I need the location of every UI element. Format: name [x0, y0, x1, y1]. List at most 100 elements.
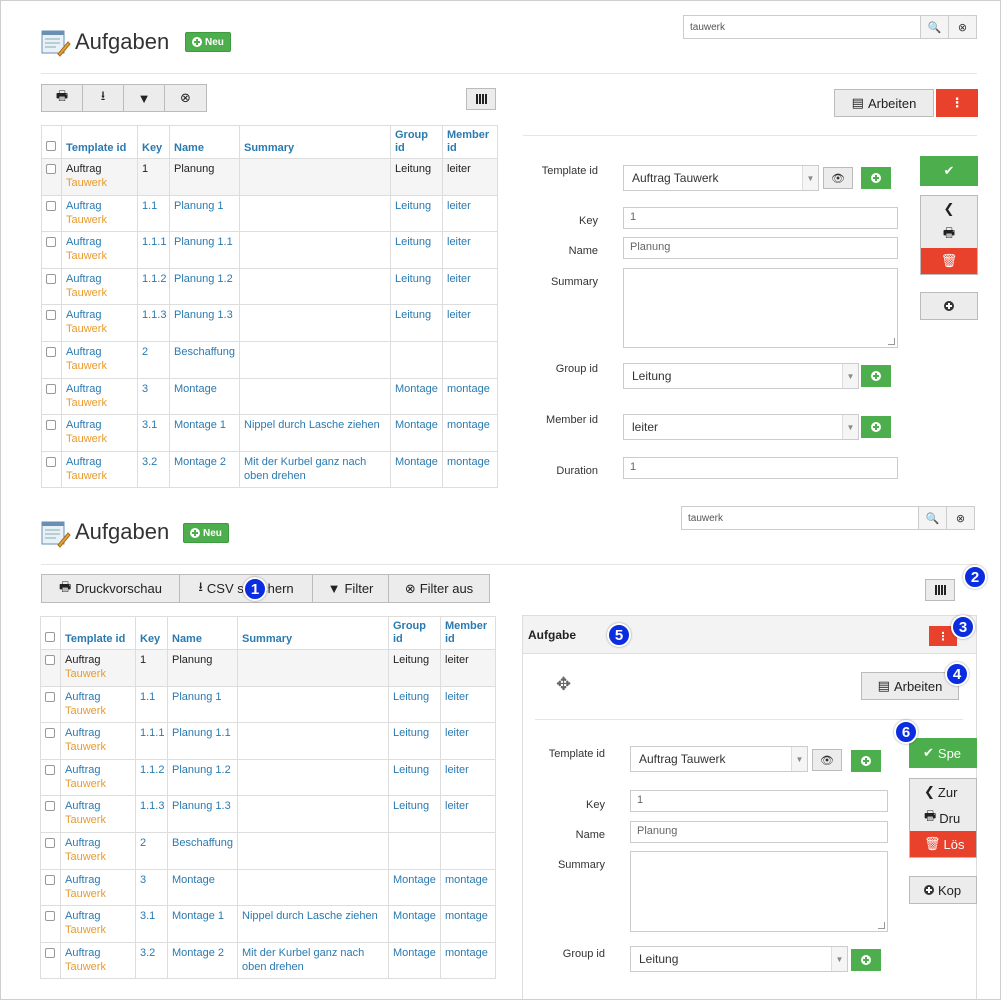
table-row[interactable]: Auftrag Tauwerk 1.1.2 Planung 1.2 Leitung lei…	[40, 758, 496, 797]
move-icon[interactable]: ✥	[556, 674, 571, 695]
row-checkbox[interactable]	[46, 164, 56, 174]
table-row[interactable]: Auftrag Tauwerk 3.2 Montage 2 Mit der Kurbel…	[40, 941, 496, 980]
row-checkbox[interactable]	[45, 801, 55, 812]
row-select-cell[interactable]	[41, 267, 62, 306]
search-input[interactable]	[684, 16, 920, 38]
table-row[interactable]: Auftrag Tauwerk 3.2 Montage 2 Mit der Kurbel…	[41, 450, 498, 489]
row-select-cell[interactable]	[40, 685, 61, 724]
table-row[interactable]: Auftrag Tauwerk 3 Montage Montage montage	[41, 377, 498, 416]
key-input[interactable]: 1	[630, 790, 888, 812]
row-checkbox[interactable]	[46, 310, 56, 321]
table-row[interactable]: Auftrag Tauwerk 1.1.3 Planung 1.3 Leitung lei…	[41, 304, 498, 342]
columns-button[interactable]	[466, 88, 496, 110]
add-group-button[interactable]	[851, 949, 881, 971]
table-row[interactable]: Auftrag Tauwerk 1.1.2 Planung 1.2 Leitung lei…	[41, 267, 498, 306]
col-key[interactable]: Key	[137, 125, 170, 159]
row-checkbox[interactable]	[46, 237, 56, 248]
add-member-button[interactable]	[861, 416, 891, 438]
columns-button[interactable]	[925, 579, 955, 601]
table-row[interactable]: Auftrag Tauwerk 1.1 Planung 1 Leitung leiter	[41, 194, 498, 233]
row-select-cell[interactable]	[40, 649, 61, 687]
filter-button[interactable]: ▼ Filter	[313, 575, 389, 602]
row-checkbox[interactable]	[45, 655, 55, 665]
more-menu-button[interactable]: ⋮	[936, 89, 978, 117]
group-id-select[interactable]: Leitung ▼	[630, 946, 848, 972]
row-checkbox[interactable]	[46, 383, 56, 394]
new-button[interactable]: Neu	[185, 32, 231, 52]
row-checkbox[interactable]	[45, 874, 55, 885]
template-id-select[interactable]: Auftrag Tauwerk ▼	[630, 746, 808, 772]
add-template-button[interactable]	[861, 167, 891, 189]
delete-button[interactable]: 🗑	[921, 248, 977, 274]
row-select-cell[interactable]	[41, 450, 62, 489]
select-all-checkbox[interactable]	[46, 141, 56, 151]
table-row[interactable]: Auftrag Tauwerk 1.1.1 Planung 1.1 Leitung lei…	[40, 722, 496, 760]
col-group-id[interactable]: Group id	[388, 616, 441, 650]
filter-off-button[interactable]: ⊗	[165, 85, 206, 111]
row-checkbox[interactable]	[45, 728, 55, 739]
row-select-cell[interactable]	[41, 414, 62, 452]
col-template-id[interactable]: Template id	[60, 616, 136, 650]
download-button[interactable]: ⭳	[83, 85, 124, 111]
row-checkbox[interactable]	[46, 346, 56, 357]
row-checkbox[interactable]	[45, 947, 55, 958]
row-checkbox[interactable]	[45, 691, 55, 702]
row-checkbox[interactable]	[46, 456, 56, 467]
filter-off-button[interactable]: ⊗ Filter aus	[389, 575, 489, 602]
row-select-cell[interactable]	[41, 377, 62, 416]
col-key[interactable]: Key	[135, 616, 168, 650]
table-row[interactable]: Auftrag Tauwerk 1 Planung Leitung leiter	[40, 649, 496, 687]
row-select-cell[interactable]	[40, 722, 61, 760]
search-input[interactable]	[682, 507, 918, 529]
row-checkbox[interactable]	[45, 911, 55, 922]
table-row[interactable]: Auftrag Tauwerk 3 Montage Montage montage	[40, 868, 496, 907]
table-row[interactable]: Auftrag Tauwerk 1.1.1 Planung 1.1 Leitung lei…	[41, 231, 498, 269]
col-member-id[interactable]: Member id	[440, 616, 496, 650]
copy-button[interactable]: Kop	[909, 876, 977, 904]
row-select-cell[interactable]	[41, 231, 62, 269]
view-template-button[interactable]: 👁	[823, 167, 853, 189]
table-row[interactable]: Auftrag Tauwerk 1 Planung Leitung leiter	[41, 158, 498, 196]
col-summary[interactable]: Summary	[239, 125, 391, 159]
add-group-button[interactable]	[861, 365, 891, 387]
filter-button[interactable]: ▼	[124, 85, 165, 111]
add-template-button[interactable]	[851, 750, 881, 772]
key-input[interactable]: 1	[623, 207, 898, 229]
select-all-cell[interactable]	[41, 125, 62, 159]
member-id-select[interactable]: leiter ▼	[623, 414, 859, 440]
col-group-id[interactable]: Group id	[390, 125, 443, 159]
table-row[interactable]: Auftrag Tauwerk 3.1 Montage 1 Nippel durch L…	[40, 905, 496, 943]
back-button[interactable]: ❮ Zur	[910, 779, 976, 805]
row-select-cell[interactable]	[41, 158, 62, 196]
print-preview-button[interactable]: 🖶 Druckvorschau	[42, 575, 180, 602]
col-template-id[interactable]: Template id	[61, 125, 138, 159]
print-record-button[interactable]: 🖶 Dru	[910, 805, 976, 831]
row-select-cell[interactable]	[40, 868, 61, 907]
print-record-button[interactable]: 🖶	[921, 222, 977, 248]
table-row[interactable]: Auftrag Tauwerk 1.1 Planung 1 Leitung leiter	[40, 685, 496, 724]
summary-textarea[interactable]	[623, 268, 898, 348]
copy-button[interactable]	[920, 292, 978, 320]
clear-search-button[interactable]: ⊗	[948, 16, 976, 38]
name-input[interactable]: Planung	[630, 821, 888, 843]
summary-textarea[interactable]	[630, 851, 888, 932]
row-checkbox[interactable]	[46, 273, 56, 284]
clear-search-button[interactable]: ⊗	[946, 507, 974, 529]
row-select-cell[interactable]	[40, 941, 61, 980]
row-checkbox[interactable]	[46, 200, 56, 211]
table-row[interactable]: Auftrag Tauwerk 3.1 Montage 1 Nippel durch L…	[41, 414, 498, 452]
arbeiten-button[interactable]: ▤ Arbeiten	[834, 89, 934, 117]
row-select-cell[interactable]	[41, 340, 62, 379]
template-id-select[interactable]: Auftrag Tauwerk ▼	[623, 165, 819, 191]
save-button[interactable]: ✔ Spe	[909, 738, 977, 768]
select-all-cell[interactable]	[40, 616, 61, 650]
delete-button[interactable]: 🗑 Lös	[910, 831, 976, 857]
select-all-checkbox[interactable]	[45, 632, 55, 642]
table-row[interactable]: Auftrag Tauwerk 2 Beschaffung	[41, 340, 498, 379]
back-button[interactable]: ❮	[921, 196, 977, 222]
row-select-cell[interactable]	[40, 905, 61, 943]
row-select-cell[interactable]	[40, 831, 61, 870]
name-input[interactable]: Planung	[623, 237, 898, 259]
row-checkbox[interactable]	[46, 420, 56, 431]
duration-input[interactable]: 1	[623, 457, 898, 479]
